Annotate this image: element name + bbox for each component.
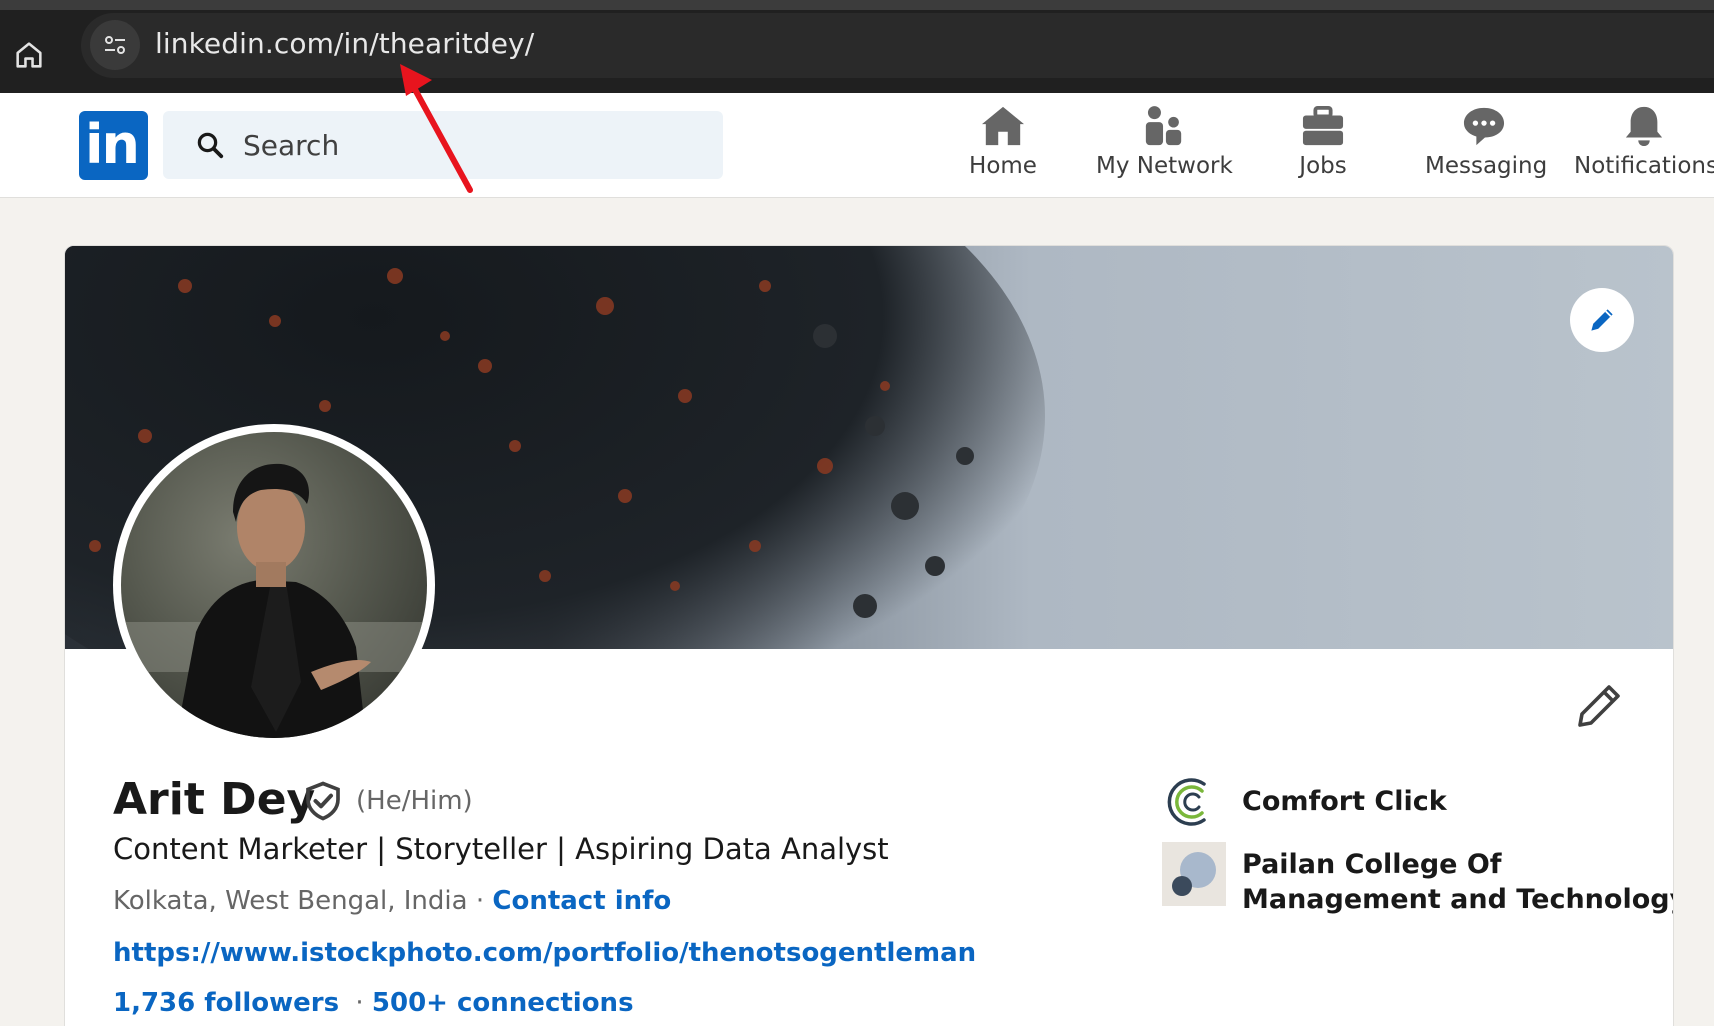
url-host: linkedin.com bbox=[155, 27, 334, 60]
browser-chrome: linkedin.com/in/thearitdey/ bbox=[0, 0, 1714, 93]
linkedin-logo-text: in bbox=[85, 113, 140, 176]
nav-messaging[interactable]: Messaging bbox=[1425, 105, 1548, 189]
nav-jobs-label: Jobs bbox=[1299, 153, 1347, 179]
location-separator: · bbox=[475, 886, 485, 916]
pencil-icon bbox=[1591, 309, 1613, 331]
nav-home-label: Home bbox=[969, 153, 1037, 179]
profile-pronouns: (He/Him) bbox=[356, 786, 473, 816]
bell-icon bbox=[1625, 106, 1663, 147]
network-icon bbox=[1145, 106, 1182, 146]
profile-location: Kolkata, West Bengal, India bbox=[113, 886, 468, 916]
nav-notifications-label: Notifications bbox=[1574, 153, 1714, 179]
nav-jobs[interactable]: Jobs bbox=[1278, 105, 1368, 189]
nav-notifications[interactable]: Notifications bbox=[1574, 105, 1714, 189]
search-icon bbox=[197, 132, 224, 159]
pencil-icon bbox=[1578, 685, 1620, 727]
profile-card: Arit Dey (He/Him) Content Marketer | Sto… bbox=[64, 245, 1674, 1026]
stats-separator: · bbox=[355, 988, 364, 1018]
nav-my-network-label: My Network bbox=[1096, 153, 1233, 179]
linkedin-nav-bar: in Search Home My Network Jobs Messaging… bbox=[0, 93, 1714, 198]
profile-headline: Content Marketer | Storyteller | Aspirin… bbox=[113, 832, 889, 866]
url-path: /in/thearitdey/ bbox=[333, 27, 535, 60]
contact-info-link[interactable]: Contact info bbox=[492, 886, 671, 916]
nav-home[interactable]: Home bbox=[960, 105, 1046, 189]
stats-row: 1,736 followers · 500+ connections bbox=[113, 988, 634, 1018]
profile-avatar[interactable] bbox=[113, 424, 435, 746]
site-info-icon[interactable] bbox=[90, 20, 140, 70]
edit-intro-button[interactable] bbox=[1575, 682, 1635, 742]
org-name-comfort-click: Comfort Click bbox=[1242, 786, 1447, 817]
org-name-pailan-line1: Pailan College Of bbox=[1242, 849, 1502, 880]
home-icon bbox=[982, 106, 1024, 146]
search-placeholder: Search bbox=[243, 129, 340, 162]
profile-name: Arit Dey bbox=[113, 774, 316, 825]
followers-link[interactable]: 1,736 followers bbox=[113, 988, 339, 1018]
verification-badge-icon[interactable] bbox=[303, 781, 343, 821]
address-bar[interactable]: linkedin.com/in/thearitdey/ bbox=[81, 13, 1714, 78]
comfort-click-logo bbox=[1167, 778, 1206, 826]
avatar-photo bbox=[121, 432, 427, 738]
connections-link[interactable]: 500+ connections bbox=[372, 988, 634, 1018]
briefcase-icon bbox=[1302, 105, 1344, 146]
edit-banner-button[interactable] bbox=[1570, 288, 1634, 352]
nav-messaging-label: Messaging bbox=[1425, 153, 1548, 179]
search-input[interactable]: Search bbox=[163, 111, 723, 179]
url-text[interactable]: linkedin.com/in/thearitdey/ bbox=[155, 27, 534, 60]
org-name-pailan-line2: Management and Technology bbox=[1242, 884, 1674, 915]
pailan-college-logo bbox=[1162, 842, 1226, 906]
browser-home-icon[interactable] bbox=[12, 38, 46, 72]
profile-website-link[interactable]: https://www.istockphoto.com/portfolio/th… bbox=[113, 938, 976, 968]
linkedin-logo[interactable]: in bbox=[79, 111, 148, 180]
location-row: Kolkata, West Bengal, India · Contact in… bbox=[113, 886, 671, 916]
nav-my-network[interactable]: My Network bbox=[1096, 105, 1233, 189]
messaging-icon bbox=[1463, 107, 1505, 146]
